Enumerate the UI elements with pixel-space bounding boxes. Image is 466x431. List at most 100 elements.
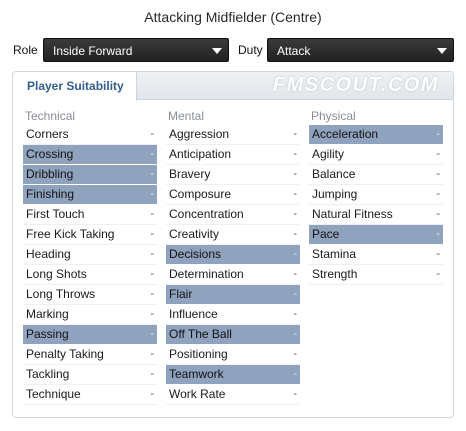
attribute-value: -	[293, 288, 297, 300]
attribute-name: First Touch	[26, 207, 85, 221]
attribute-value: -	[436, 208, 440, 220]
attribute-row[interactable]: Passing -	[23, 325, 157, 345]
column-physical: Physical Acceleration - Agility - Balance - Ju…	[309, 107, 443, 285]
attribute-name: Determination	[169, 267, 244, 281]
attribute-name: Technique	[26, 387, 81, 401]
attribute-row[interactable]: Composure -	[166, 185, 300, 205]
attribute-name: Dribbling	[26, 167, 74, 181]
page-title: Attacking Midfielder (Centre)	[144, 9, 322, 25]
attribute-row[interactable]: Jumping -	[309, 185, 443, 205]
attribute-value: -	[436, 148, 440, 160]
attribute-row[interactable]: Anticipation -	[166, 145, 300, 165]
duty-dropdown[interactable]: Attack	[267, 38, 454, 62]
column-mental: Mental Aggression - Anticipation - Bravery - C…	[166, 107, 300, 405]
attribute-value: -	[293, 308, 297, 320]
attribute-row[interactable]: Creativity -	[166, 225, 300, 245]
chevron-down-icon	[437, 48, 447, 54]
attribute-name: Acceleration	[312, 127, 379, 141]
attribute-row[interactable]: Flair -	[166, 285, 300, 305]
attribute-value: -	[150, 288, 154, 300]
attribute-name: Off The Ball	[169, 327, 232, 341]
attribute-name: Teamwork	[169, 367, 224, 381]
attribute-name: Positioning	[169, 347, 228, 361]
attribute-name: Work Rate	[169, 387, 226, 401]
attribute-row[interactable]: Teamwork -	[166, 365, 300, 385]
attribute-row[interactable]: Finishing -	[23, 185, 157, 205]
role-dropdown[interactable]: Inside Forward	[43, 38, 229, 62]
attribute-value: -	[150, 328, 154, 340]
attribute-value: -	[293, 228, 297, 240]
attribute-row[interactable]: Strength -	[309, 265, 443, 285]
attribute-value: -	[150, 248, 154, 260]
attribute-value: -	[293, 248, 297, 260]
attribute-list: Acceleration - Agility - Balance - Jumping - Nat…	[309, 125, 443, 285]
attribute-name: Penalty Taking	[26, 347, 104, 361]
attribute-value: -	[150, 228, 154, 240]
attribute-name: Influence	[169, 307, 218, 321]
attribute-row[interactable]: Tackling -	[23, 365, 157, 385]
attribute-row[interactable]: Crossing -	[23, 145, 157, 165]
attribute-value: -	[150, 368, 154, 380]
attribute-row[interactable]: Heading -	[23, 245, 157, 265]
attribute-name: Natural Fitness	[312, 207, 393, 221]
attribute-name: Stamina	[312, 247, 357, 261]
attribute-row[interactable]: Penalty Taking -	[23, 345, 157, 365]
attribute-value: -	[293, 348, 297, 360]
attribute-name: Concentration	[169, 207, 244, 221]
attribute-value: -	[436, 188, 440, 200]
chevron-down-icon	[212, 48, 222, 54]
tab-player-suitability[interactable]: Player Suitability	[13, 72, 137, 101]
attribute-name: Crossing	[26, 147, 74, 161]
attribute-name: Jumping	[312, 187, 358, 201]
attribute-row[interactable]: Aggression -	[166, 125, 300, 145]
attribute-value: -	[150, 148, 154, 160]
attribute-value: -	[293, 168, 297, 180]
panel-header: Player Suitability FMSCOUT.COM	[13, 72, 453, 101]
attribute-value: -	[293, 208, 297, 220]
attribute-row[interactable]: Free Kick Taking -	[23, 225, 157, 245]
attribute-row[interactable]: Marking -	[23, 305, 157, 325]
attribute-row[interactable]: Pace -	[309, 225, 443, 245]
attribute-row[interactable]: Technique -	[23, 385, 157, 405]
attribute-row[interactable]: Balance -	[309, 165, 443, 185]
attribute-value: -	[150, 128, 154, 140]
attribute-name: Creativity	[169, 227, 220, 241]
attribute-value: -	[293, 368, 297, 380]
attribute-name: Passing	[26, 327, 69, 341]
attribute-value: -	[436, 168, 440, 180]
attribute-row[interactable]: Decisions -	[166, 245, 300, 265]
attribute-list: Aggression - Anticipation - Bravery - Composur…	[166, 125, 300, 405]
attribute-name: Aggression	[169, 127, 230, 141]
attribute-row[interactable]: Work Rate -	[166, 385, 300, 405]
attribute-row[interactable]: Stamina -	[309, 245, 443, 265]
attribute-row[interactable]: Bravery -	[166, 165, 300, 185]
attribute-name: Flair	[169, 287, 193, 301]
attribute-row[interactable]: Long Throws -	[23, 285, 157, 305]
attribute-row[interactable]: Natural Fitness -	[309, 205, 443, 225]
tab-label: Player Suitability	[27, 79, 124, 93]
attribute-row[interactable]: Dribbling -	[23, 165, 157, 185]
attribute-value: -	[293, 128, 297, 140]
attribute-row[interactable]: Influence -	[166, 305, 300, 325]
attribute-name: Finishing	[26, 187, 75, 201]
attribute-row[interactable]: Corners -	[23, 125, 157, 145]
attribute-row[interactable]: Determination -	[166, 265, 300, 285]
attribute-row[interactable]: Positioning -	[166, 345, 300, 365]
attribute-value: -	[436, 228, 440, 240]
attribute-row[interactable]: Agility -	[309, 145, 443, 165]
attribute-name: Marking	[26, 307, 69, 321]
attribute-row[interactable]: Off The Ball -	[166, 325, 300, 345]
column-technical: Technical Corners - Crossing - Dribbling - Fin…	[23, 107, 157, 405]
duty-label: Duty	[238, 43, 263, 57]
attribute-name: Decisions	[169, 247, 222, 261]
attribute-row[interactable]: Concentration -	[166, 205, 300, 225]
attribute-row[interactable]: Acceleration -	[309, 125, 443, 145]
attribute-row[interactable]: First Touch -	[23, 205, 157, 225]
attribute-value: -	[293, 188, 297, 200]
duty-value: Attack	[277, 44, 311, 58]
attribute-value: -	[293, 388, 297, 400]
attribute-value: -	[293, 148, 297, 160]
attribute-list: Corners - Crossing - Dribbling - Finishing - Fir…	[23, 125, 157, 405]
role-duty-controls: Role Inside Forward Duty Attack	[0, 38, 466, 62]
attribute-row[interactable]: Long Shots -	[23, 265, 157, 285]
